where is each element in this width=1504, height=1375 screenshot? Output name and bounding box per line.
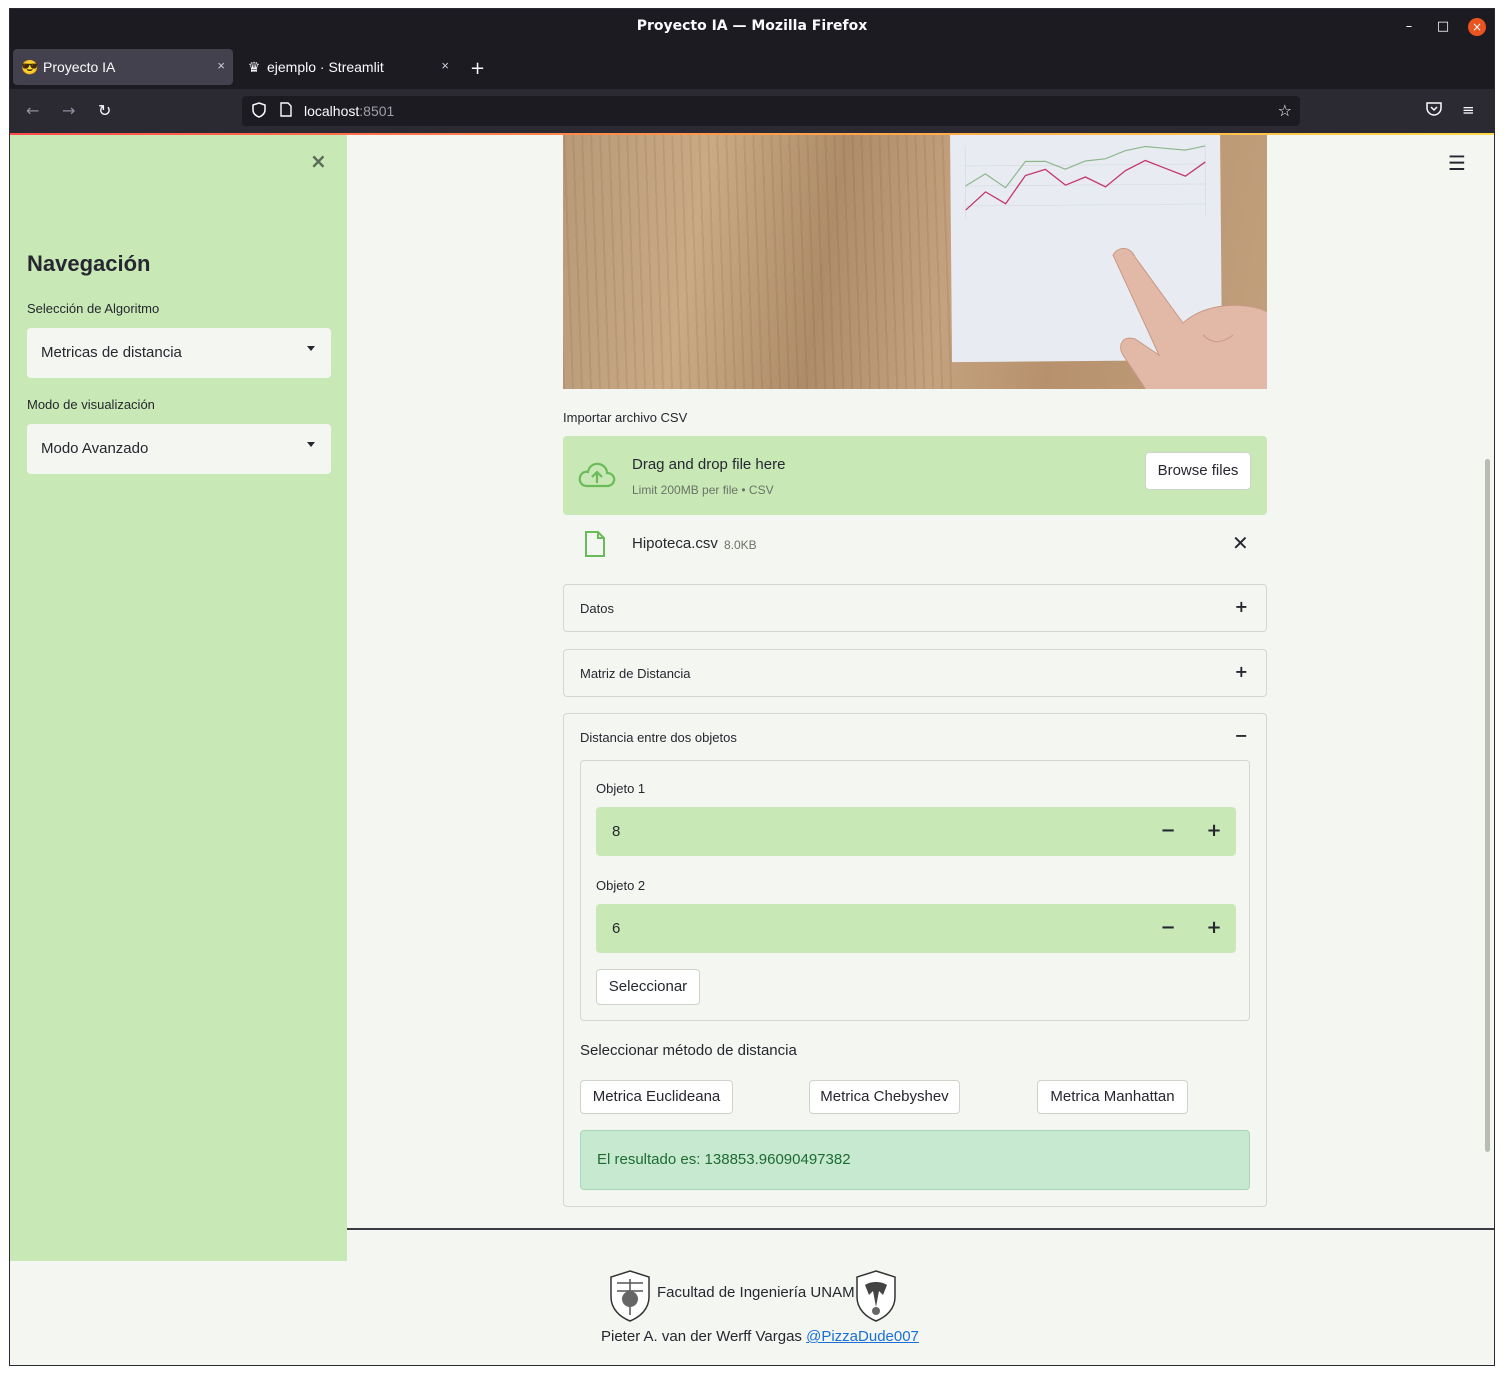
wood-texture bbox=[563, 135, 953, 389]
file-icon bbox=[585, 531, 605, 557]
object1-label: Objeto 1 bbox=[596, 781, 646, 796]
increment-button[interactable]: + bbox=[1194, 819, 1234, 843]
expander-datos[interactable]: Datos + bbox=[563, 584, 1267, 632]
title-bar: Proyecto IA — Mozilla Firefox – □ × bbox=[10, 9, 1494, 45]
browse-files-button[interactable]: Browse files bbox=[1145, 452, 1251, 490]
close-tab-icon[interactable]: × bbox=[441, 58, 449, 73]
close-sidebar-icon[interactable]: × bbox=[310, 149, 327, 173]
object2-number-input[interactable]: 6 − + bbox=[596, 904, 1236, 953]
object2-value[interactable]: 6 bbox=[612, 920, 620, 937]
expand-plus-icon[interactable]: + bbox=[1235, 662, 1248, 681]
sidebar-heading: Navegación bbox=[27, 251, 151, 276]
result-success-box: El resultado es: 138853.96090497382 bbox=[580, 1130, 1250, 1190]
decrement-button[interactable]: − bbox=[1148, 916, 1188, 940]
expander-distancia-objetos: Distancia entre dos objetos − Objeto 1 8… bbox=[563, 713, 1267, 1207]
uploaded-file-name: Hipoteca.csv bbox=[632, 535, 718, 552]
collapse-minus-icon[interactable]: − bbox=[1235, 726, 1248, 745]
algorithm-select[interactable]: Metricas de distancia bbox=[27, 328, 331, 378]
tab-label: Proyecto IA bbox=[43, 59, 116, 75]
expander-label[interactable]: Distancia entre dos objetos bbox=[580, 730, 737, 745]
import-csv-label: Importar archivo CSV bbox=[563, 410, 688, 425]
shield-icon[interactable] bbox=[252, 102, 266, 122]
sidebar: × Navegación Selección de Algoritmo Metr… bbox=[10, 135, 347, 1261]
expand-plus-icon[interactable]: + bbox=[1235, 597, 1248, 616]
footer-author: Pieter A. van der Werff Vargas @PizzaDud… bbox=[601, 1328, 919, 1345]
manhattan-metric-button[interactable]: Metrica Manhattan bbox=[1037, 1080, 1188, 1114]
expander-matriz-distancia[interactable]: Matriz de Distancia + bbox=[563, 649, 1267, 697]
dropzone-limit: Limit 200MB per file • CSV bbox=[632, 483, 774, 497]
increment-button[interactable]: + bbox=[1194, 916, 1234, 940]
header-image bbox=[563, 135, 1267, 389]
close-window-button[interactable]: × bbox=[1468, 18, 1486, 36]
remove-file-icon[interactable]: ✕ bbox=[1232, 531, 1249, 555]
view-mode-select[interactable]: Modo Avanzado bbox=[27, 424, 331, 474]
url-bar[interactable]: localhost:8501 ☆ bbox=[242, 96, 1300, 126]
page-scrollbar[interactable] bbox=[1485, 459, 1490, 1152]
window-title: Proyecto IA — Mozilla Firefox bbox=[636, 18, 868, 34]
tab-bar: 😎 Proyecto IA × ♛ ejemplo · Streamlit × … bbox=[10, 45, 1494, 89]
objects-form: Objeto 1 8 − + Objeto 2 6 − + Selecciona… bbox=[580, 760, 1250, 1021]
chevron-down-icon bbox=[307, 442, 315, 447]
app-menu-icon[interactable]: ≡ bbox=[1462, 101, 1475, 119]
euclidean-metric-button[interactable]: Metrica Euclideana bbox=[580, 1080, 733, 1114]
maximize-button[interactable]: □ bbox=[1434, 18, 1452, 36]
chebyshev-metric-button[interactable]: Metrica Chebyshev bbox=[809, 1080, 960, 1114]
unam-seal-logo bbox=[856, 1270, 896, 1322]
algorithm-label: Selección de Algoritmo bbox=[27, 301, 160, 316]
chevron-down-icon bbox=[307, 346, 315, 351]
author-handle-link[interactable]: @PizzaDude007 bbox=[806, 1328, 919, 1345]
object2-label: Objeto 2 bbox=[596, 878, 646, 893]
browser-window: Proyecto IA — Mozilla Firefox – □ × 😎 Pr… bbox=[9, 8, 1495, 1366]
seleccionar-button[interactable]: Seleccionar bbox=[596, 969, 700, 1005]
dropzone-title: Drag and drop file here bbox=[632, 456, 786, 473]
view-mode-select-value: Modo Avanzado bbox=[41, 440, 149, 457]
view-mode-label: Modo de visualización bbox=[27, 397, 155, 412]
tab-label: ejemplo · Streamlit bbox=[267, 59, 384, 75]
file-dropzone[interactable]: Drag and drop file here Limit 200MB per … bbox=[563, 436, 1267, 515]
streamlit-crown-icon: ♛ bbox=[247, 59, 261, 75]
forward-arrow-icon[interactable]: → bbox=[62, 101, 75, 120]
faculty-text: Facultad de Ingeniería UNAM bbox=[657, 1284, 855, 1301]
expander-label: Matriz de Distancia bbox=[580, 666, 691, 681]
navigation-toolbar: ← → ↻ localhost:8501 ☆ ≡ bbox=[10, 89, 1494, 133]
sunglasses-emoji-icon: 😎 bbox=[21, 59, 39, 75]
url-text[interactable]: localhost:8501 bbox=[304, 103, 394, 119]
bookmark-star-icon[interactable]: ☆ bbox=[1278, 101, 1292, 120]
algorithm-select-value: Metricas de distancia bbox=[41, 344, 182, 361]
expander-label: Datos bbox=[580, 601, 614, 616]
minimize-button[interactable]: – bbox=[1400, 18, 1418, 36]
distance-method-title: Seleccionar método de distancia bbox=[580, 1042, 797, 1059]
reload-icon[interactable]: ↻ bbox=[98, 101, 111, 120]
object1-number-input[interactable]: 8 − + bbox=[596, 807, 1236, 856]
uploaded-file-size: 8.0KB bbox=[724, 538, 757, 552]
cloud-upload-icon bbox=[578, 462, 616, 488]
footer-divider bbox=[347, 1228, 1494, 1230]
tab-proyecto-ia[interactable]: 😎 Proyecto IA × bbox=[13, 49, 233, 85]
pocket-icon[interactable] bbox=[1426, 101, 1442, 120]
close-tab-icon[interactable]: × bbox=[217, 58, 225, 73]
page-icon bbox=[280, 102, 292, 121]
author-name: Pieter A. van der Werff Vargas bbox=[601, 1328, 802, 1345]
fi-seal-logo bbox=[610, 1270, 650, 1322]
object1-value[interactable]: 8 bbox=[612, 823, 620, 840]
decrement-button[interactable]: − bbox=[1148, 819, 1188, 843]
hamburger-menu-icon[interactable]: ☰ bbox=[1448, 151, 1466, 175]
hand-graphic bbox=[1112, 248, 1267, 389]
back-arrow-icon[interactable]: ← bbox=[26, 101, 39, 120]
result-text: El resultado es: 138853.96090497382 bbox=[597, 1151, 851, 1168]
tab-ejemplo-streamlit[interactable]: ♛ ejemplo · Streamlit × bbox=[237, 49, 457, 85]
new-tab-button[interactable]: + bbox=[470, 58, 485, 79]
